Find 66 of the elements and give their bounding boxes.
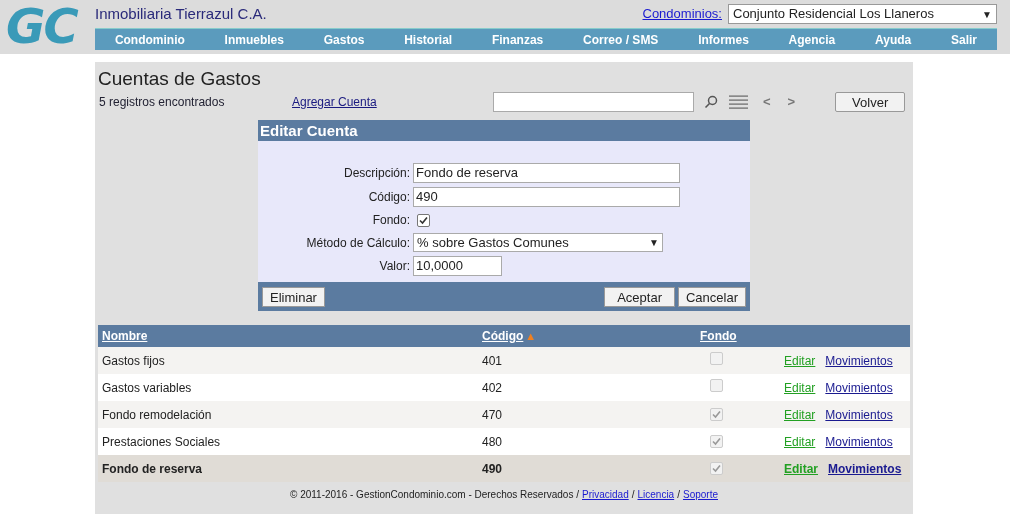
field-label: Código: xyxy=(367,189,411,206)
footer-link[interactable]: Licencia xyxy=(637,487,675,502)
field-label: Valor: xyxy=(378,258,411,275)
edit-link[interactable]: Editar xyxy=(784,378,816,397)
back-button[interactable]: Volver xyxy=(835,92,906,112)
search-field[interactable] xyxy=(493,92,694,112)
table-cell-text: Gastos fijos xyxy=(102,352,166,370)
copyright-text: © 2011-2016 - GestionCondominio.com - Derechos Reservados / xyxy=(290,488,579,502)
delete-button[interactable]: Eliminar xyxy=(262,286,325,307)
checkbox[interactable] xyxy=(710,407,723,421)
sort-icon: ▲ xyxy=(525,327,537,345)
table-cell-text: 402 xyxy=(482,379,504,397)
checkbox[interactable] xyxy=(710,378,723,392)
condominio-select[interactable]: Conjunto Residencial Los Llaneros ▼ xyxy=(728,4,997,24)
accept-button[interactable]: Aceptar xyxy=(604,286,675,307)
table-row[interactable]: Fondo de reserva 490 Editar Movimientos xyxy=(98,455,910,482)
field-label: Fondo: xyxy=(371,212,411,229)
column-header[interactable]: Fondo xyxy=(700,327,737,345)
checkbox[interactable] xyxy=(710,351,723,365)
table-row[interactable]: Fondo remodelación 470 Editar Movimientos xyxy=(98,401,910,428)
column-header[interactable]: Nombre xyxy=(102,327,482,345)
logo: GC xyxy=(5,0,79,54)
method-select[interactable]: % sobre Gastos Comunes ▼ xyxy=(413,233,663,252)
checkbox[interactable] xyxy=(710,461,723,475)
company-name: Inmobiliaria Tierrazul C.A. xyxy=(95,3,268,24)
checkmark-icon xyxy=(419,215,428,225)
table-cell-text: 470 xyxy=(482,406,504,424)
footer-link[interactable]: Privacidad xyxy=(582,487,629,502)
cancel-button[interactable]: Cancelar xyxy=(677,286,746,307)
separator-text: / xyxy=(631,488,635,502)
table-cell-text: Gastos variables xyxy=(102,379,193,397)
table-cell-text: Prestaciones Sociales xyxy=(102,433,222,451)
movements-link[interactable]: Movimientos xyxy=(825,351,893,370)
search-icon[interactable] xyxy=(704,95,718,109)
table-cell-text: 401 xyxy=(482,352,504,370)
field-label: Descripción: xyxy=(342,165,411,182)
movements-link[interactable]: Movimientos xyxy=(825,432,893,451)
edit-link[interactable]: Editar xyxy=(784,432,816,451)
checkbox[interactable] xyxy=(417,213,430,227)
panel-title: Editar Cuenta xyxy=(258,120,750,141)
condominios-link[interactable]: Condominios: xyxy=(642,4,722,24)
input-field[interactable]: Fondo de reserva xyxy=(413,163,680,183)
movements-link[interactable]: Movimientos xyxy=(828,459,902,478)
table-row[interactable]: Gastos variables 402 Editar Movimientos xyxy=(98,374,910,401)
movements-link[interactable]: Movimientos xyxy=(825,405,893,424)
table-cell-text: Fondo de reserva xyxy=(102,460,204,478)
menu-icon[interactable] xyxy=(729,95,748,109)
table-cell-text: 490 xyxy=(482,460,504,478)
input-field[interactable]: 490 xyxy=(413,187,680,207)
separator-text: / xyxy=(677,488,680,502)
add-account-link[interactable]: Agregar Cuenta xyxy=(292,93,493,111)
field-label: Método de Cálculo: xyxy=(305,234,411,252)
table-cell-text: 480 xyxy=(482,433,504,451)
movements-link[interactable]: Movimientos xyxy=(825,378,893,397)
column-header[interactable]: Código xyxy=(482,327,524,345)
input-field[interactable]: 10,0000 xyxy=(413,256,502,276)
checkmark-icon xyxy=(712,463,721,473)
table-cell-text: Fondo remodelación xyxy=(102,406,213,424)
checkbox[interactable] xyxy=(710,434,723,448)
table-row[interactable]: Gastos fijos 401 Editar Movimientos xyxy=(98,347,910,374)
record-count: 5 registros encontrados xyxy=(98,94,226,111)
checkmark-icon xyxy=(712,409,721,419)
checkmark-icon xyxy=(712,436,721,446)
table-row[interactable]: Prestaciones Sociales 480 Editar Movimientos xyxy=(98,428,910,455)
footer-link[interactable]: Soporte xyxy=(682,487,718,502)
page-title: Cuentas de Gastos xyxy=(98,67,262,90)
